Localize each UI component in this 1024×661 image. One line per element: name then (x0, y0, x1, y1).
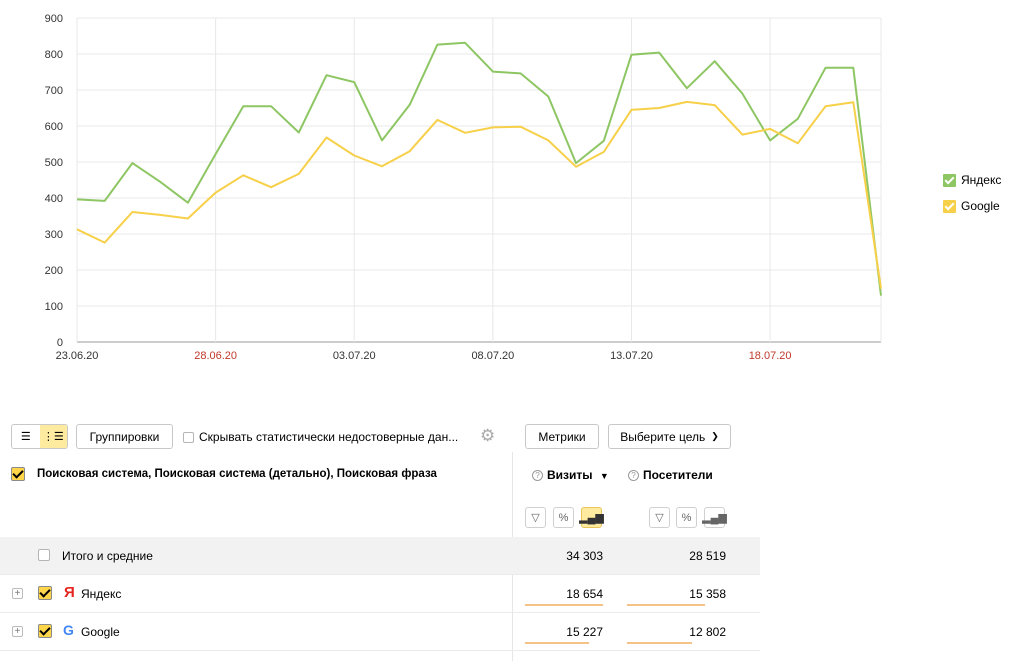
y-tick-label: 500 (45, 157, 63, 169)
hide-unreliable-label: Скрывать статистически недостоверные дан… (199, 430, 459, 444)
visitors-header-label: Посетители (643, 468, 713, 482)
gear-icon[interactable]: ⚙ (480, 426, 495, 446)
y-tick-label: 700 (45, 85, 63, 97)
row-checkbox[interactable] (38, 586, 52, 600)
redacted-area (760, 455, 1024, 661)
help-icon[interactable]: ? (532, 470, 543, 481)
legend-checkbox-icon[interactable] (943, 173, 956, 187)
chart-axes: 0 100 200 300 400 500 600 700 800 900 23.06.20 28.0… (45, 13, 792, 360)
traffic-line-chart: 0 100 200 300 400 500 600 700 800 900 23.06.20 28.0… (45, 13, 882, 360)
legend-label: Яндекс (961, 173, 1002, 187)
help-icon[interactable]: ? (628, 470, 639, 481)
filter-icon[interactable]: ▽ (649, 507, 670, 528)
filter-icon[interactable]: ▽ (525, 507, 546, 528)
row-label: Google (81, 625, 120, 639)
x-tick-label: 23.06.20 (56, 350, 99, 360)
goal-select[interactable]: Выберите цель ❯ (608, 424, 731, 449)
hide-unreliable-checkbox[interactable] (183, 431, 194, 443)
row-visitors: 12 802 (689, 625, 726, 639)
row-label: Яндекс (81, 587, 122, 601)
x-tick-label: 18.07.20 (749, 350, 792, 360)
x-tick-label: 03.07.20 (333, 350, 376, 360)
row-visits: 15 227 (566, 625, 603, 639)
list-view-icon[interactable]: ☰ (12, 425, 40, 448)
bar-chart-icon[interactable]: ▂▄▆ (702, 507, 727, 528)
percent-icon[interactable]: % (676, 507, 697, 528)
y-tick-label: 100 (45, 301, 63, 313)
series-line-yandex (76, 41, 882, 296)
metrics-button[interactable]: Метрики (525, 424, 599, 449)
y-tick-label: 900 (45, 13, 63, 25)
y-tick-label: 800 (45, 49, 63, 61)
y-tick-label: 0 (57, 337, 63, 349)
report-toolbar: ☰ ⋮☰ Группировки Скрывать статистически … (0, 421, 1024, 452)
visits-header[interactable]: ? Визиты ▼ (532, 468, 609, 482)
visitors-share-bar (627, 604, 705, 606)
visits-header-label: Визиты (547, 468, 593, 482)
row-visitors: 15 358 (689, 587, 726, 601)
bar-chart-icon[interactable]: ▂▄▆ (579, 507, 604, 528)
series-line-google (76, 100, 882, 289)
x-tick-label: 28.06.20 (194, 350, 237, 360)
y-tick-label: 400 (45, 193, 63, 205)
total-visitors: 28 519 (689, 549, 726, 563)
total-label: Итого и средние (62, 549, 153, 563)
chart-series (76, 41, 882, 296)
total-visits: 34 303 (566, 549, 603, 563)
y-tick-label: 600 (45, 121, 63, 133)
x-tick-label: 08.07.20 (471, 350, 514, 360)
dimension-header: Поисковая система, Поисковая система (де… (37, 468, 437, 480)
expand-icon[interactable]: + (12, 588, 23, 599)
tree-view-icon[interactable]: ⋮☰ (39, 425, 67, 448)
row-visits: 18 654 (566, 587, 603, 601)
row-checkbox[interactable] (38, 549, 50, 561)
chart-grid (76, 17, 882, 343)
chevron-down-icon: ❯ (711, 431, 719, 441)
visits-share-bar (525, 642, 589, 644)
groupings-button-label: Группировки (89, 429, 160, 444)
metrics-button-label: Метрики (538, 429, 586, 444)
visits-share-bar (525, 604, 603, 606)
sort-desc-icon[interactable]: ▼ (600, 471, 609, 481)
groupings-button[interactable]: Группировки (76, 424, 173, 449)
goal-select-label: Выберите цель (620, 429, 706, 444)
y-tick-label: 300 (45, 229, 63, 241)
visitors-header[interactable]: ? Посетители (628, 468, 713, 482)
hide-unreliable-toggle[interactable]: Скрывать статистически недостоверные дан… (183, 430, 458, 444)
legend-item-google[interactable]: Google (943, 198, 1001, 214)
google-logo-icon: G (63, 622, 74, 638)
row-checkbox[interactable] (38, 624, 52, 638)
percent-icon[interactable]: % (553, 507, 574, 528)
legend-checkbox-icon[interactable] (943, 199, 956, 213)
select-all-checkbox[interactable] (11, 467, 25, 481)
view-mode-switch: ☰ ⋮☰ (11, 424, 68, 449)
y-tick-label: 200 (45, 265, 63, 277)
legend-label: Google (961, 199, 1000, 213)
expand-icon[interactable]: + (12, 626, 23, 637)
x-tick-label: 13.07.20 (610, 350, 653, 360)
yandex-logo-icon: Я (64, 584, 75, 601)
chart-legend: Яндекс Google (943, 172, 1001, 224)
visitors-share-bar (627, 642, 692, 644)
legend-item-yandex[interactable]: Яндекс (943, 172, 1001, 188)
